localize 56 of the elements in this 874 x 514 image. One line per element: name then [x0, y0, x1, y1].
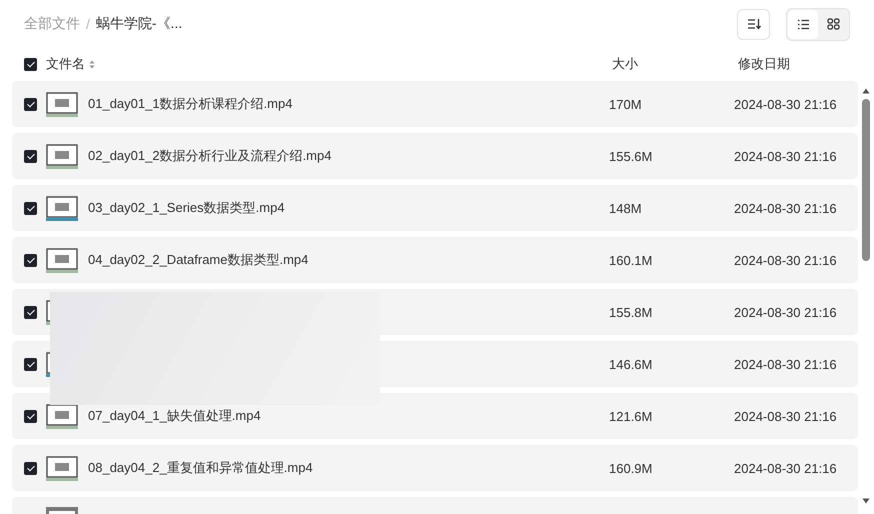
modified-date: 2024-08-30 21:16 [734, 304, 838, 320]
row-checkbox[interactable] [24, 150, 37, 162]
video-thumbnail [46, 455, 78, 481]
file-size: 148M [609, 200, 643, 216]
scroll-down-icon[interactable] [862, 498, 870, 504]
select-all-checkbox[interactable] [24, 58, 37, 70]
modified-date: 2024-08-30 21:16 [734, 408, 838, 424]
name-column-header[interactable]: 文件名 [46, 55, 85, 73]
file-row[interactable]: 02_day01_2数据分析行业及流程介绍.mp4 155.6M 2024-08-30 21:16 [12, 133, 858, 179]
scrollbar-thumb[interactable] [862, 99, 870, 261]
grid-icon [826, 18, 840, 30]
modified-date: 2024-08-30 21:16 [734, 148, 838, 164]
sort-icon [746, 18, 760, 30]
video-thumbnail [46, 195, 78, 221]
video-thumbnail [46, 247, 78, 273]
sort-arrows-icon[interactable] [89, 60, 95, 68]
modified-date: 2024-08-30 21:16 [734, 252, 838, 268]
file-name: 04_day02_2_Dataframe数据类型.mp4 [88, 251, 310, 269]
file-size: 146.6M [609, 356, 654, 372]
date-column-header: 修改日期 [738, 55, 791, 73]
file-row[interactable]: 04_day02_2_Dataframe数据类型.mp4 160.1M 2024-08-30 21:16 [12, 237, 858, 283]
row-checkbox[interactable] [24, 410, 37, 422]
file-row[interactable]: 08_day04_2_重复值和异常值处理.mp4 160.9M 2024-08-30 21:16 [12, 445, 858, 491]
modified-date: 2024-08-30 21:16 [734, 200, 838, 216]
file-size: 155.8M [609, 304, 654, 320]
video-thumbnail [46, 143, 78, 169]
file-name: 02_day01_2数据分析行业及流程介绍.mp4 [88, 147, 332, 165]
file-size: 160.9M [609, 460, 654, 476]
file-name: 03_day02_1_Series数据类型.mp4 [88, 199, 286, 217]
row-checkbox[interactable] [24, 306, 37, 318]
file-size: 170M [609, 96, 643, 112]
file-size: 121.6M [609, 408, 654, 424]
row-checkbox[interactable] [24, 98, 37, 110]
modified-date: 2024-08-30 21:16 [734, 356, 838, 372]
list-icon [796, 18, 810, 30]
row-checkbox[interactable] [24, 202, 37, 214]
row-checkbox[interactable] [24, 358, 37, 370]
size-column-header: 大小 [612, 55, 639, 73]
video-thumbnail [46, 91, 78, 117]
modified-date: 2024-08-30 21:16 [734, 460, 838, 476]
row-checkbox[interactable] [24, 254, 37, 266]
file-name: 07_day04_1_缺失值处理.mp4 [88, 407, 262, 425]
sort-button[interactable] [737, 8, 770, 40]
file-size: 160.1M [609, 252, 654, 268]
file-row[interactable]: 01_day01_1数据分析课程介绍.mp4 170M 2024-08-30 21:16 [12, 81, 858, 127]
breadcrumb-separator: / [86, 16, 90, 32]
breadcrumb-item[interactable]: 蜗牛学院-《... [96, 15, 182, 33]
file-name: 01_day01_1数据分析课程介绍.mp4 [88, 95, 294, 113]
row-checkbox[interactable] [24, 462, 37, 474]
video-thumbnail [46, 403, 78, 429]
scroll-up-icon[interactable] [862, 88, 870, 94]
file-size: 155.6M [609, 148, 654, 164]
list-view-button[interactable] [788, 10, 818, 38]
modified-date: 2024-08-30 21:16 [734, 96, 838, 112]
file-row[interactable]: 03_day02_1_Series数据类型.mp4 148M 2024-08-30 21:16 [12, 185, 858, 231]
file-name: 08_day04_2_重复值和异常值处理.mp4 [88, 459, 314, 477]
